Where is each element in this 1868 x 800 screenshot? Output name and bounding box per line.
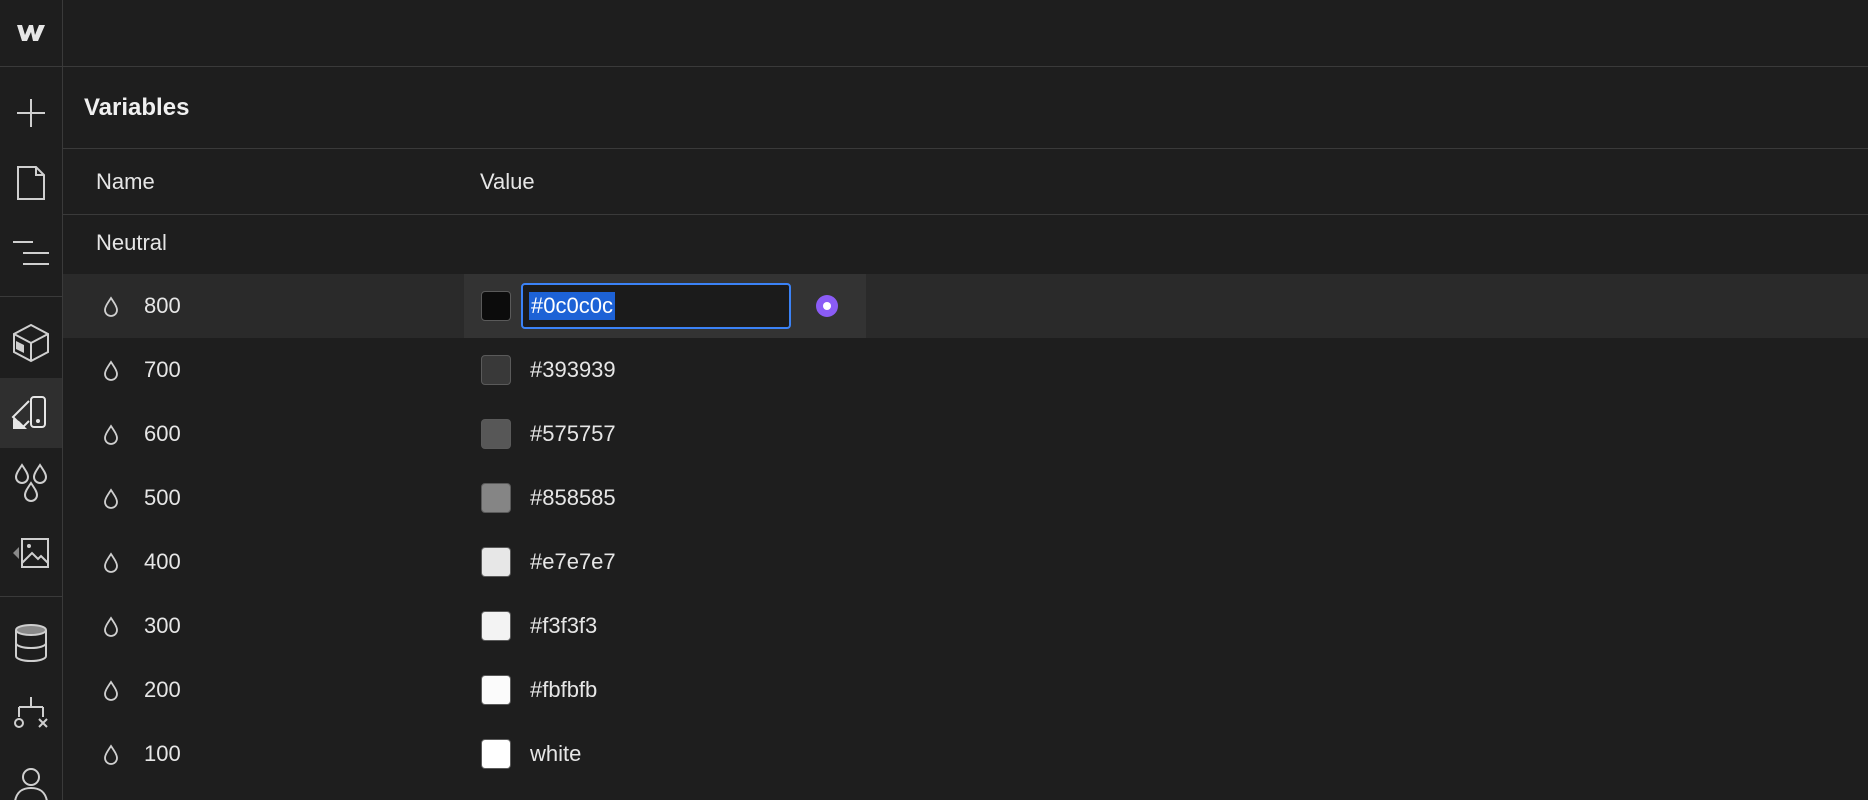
- color-variable-icon: [104, 680, 118, 701]
- color-value[interactable]: #575757: [530, 421, 616, 447]
- variable-binding-icon[interactable]: [816, 295, 838, 317]
- color-value-input[interactable]: #0c0c0c: [521, 283, 791, 329]
- variable-name[interactable]: 200: [144, 677, 181, 703]
- variable-name[interactable]: 300: [144, 613, 181, 639]
- pages-icon[interactable]: [0, 148, 62, 218]
- color-value[interactable]: #fbfbfb: [530, 677, 597, 703]
- webflow-logo-icon[interactable]: [0, 0, 62, 67]
- style-selectors-icon[interactable]: [0, 378, 62, 448]
- variable-row[interactable]: 600 #575757: [63, 402, 1868, 466]
- color-variable-icon: [104, 424, 118, 445]
- color-swatch[interactable]: [481, 419, 511, 449]
- variable-name[interactable]: 400: [144, 549, 181, 575]
- components-icon[interactable]: [0, 308, 62, 378]
- variable-value-cell: #0c0c0c: [464, 274, 866, 338]
- variable-value-cell: #858585: [464, 466, 866, 530]
- variable-name[interactable]: 500: [144, 485, 181, 511]
- variable-name[interactable]: 800: [144, 293, 181, 319]
- color-value[interactable]: #858585: [530, 485, 616, 511]
- variable-row[interactable]: 400 #e7e7e7: [63, 530, 1868, 594]
- color-variable-icon: [104, 552, 118, 573]
- panel-title: Variables: [63, 67, 1868, 149]
- variable-value-cell: white: [464, 722, 866, 786]
- color-value[interactable]: white: [530, 741, 581, 767]
- variable-name[interactable]: 600: [144, 421, 181, 447]
- color-swatch[interactable]: [481, 291, 511, 321]
- column-header-value: Value: [480, 169, 535, 194]
- color-value[interactable]: #393939: [530, 357, 616, 383]
- add-icon[interactable]: [0, 78, 62, 148]
- variable-name[interactable]: 100: [144, 741, 181, 767]
- color-swatch[interactable]: [481, 611, 511, 641]
- color-swatch[interactable]: [481, 355, 511, 385]
- variable-value-cell: #f3f3f3: [464, 594, 866, 658]
- variable-row[interactable]: 500 #858585: [63, 466, 1868, 530]
- color-value[interactable]: #f3f3f3: [530, 613, 597, 639]
- column-header-name: Name: [96, 169, 155, 194]
- assets-icon[interactable]: [0, 518, 62, 588]
- cms-icon[interactable]: [0, 608, 62, 678]
- logic-icon[interactable]: [0, 678, 62, 748]
- variables-icon[interactable]: [0, 448, 62, 518]
- color-swatch[interactable]: [481, 675, 511, 705]
- color-variable-icon: [104, 616, 118, 637]
- variable-value-cell: #e7e7e7: [464, 530, 866, 594]
- color-swatch[interactable]: [481, 739, 511, 769]
- variable-row[interactable]: 200 #fbfbfb: [63, 658, 1868, 722]
- left-toolbar: [0, 0, 63, 800]
- variable-row[interactable]: 100 white: [63, 722, 1868, 786]
- app-window: Variables Name Value Neutral 800 #0c0c0c: [0, 0, 1868, 800]
- variable-value-cell: #393939: [464, 338, 866, 402]
- navigator-icon[interactable]: [0, 218, 62, 288]
- color-variable-icon: [104, 360, 118, 381]
- variable-row[interactable]: 300 #f3f3f3: [63, 594, 1868, 658]
- group-label: Neutral: [96, 230, 167, 255]
- variable-value-cell: #fbfbfb: [464, 658, 866, 722]
- variables-panel: Variables Name Value Neutral 800 #0c0c0c: [63, 67, 1868, 800]
- column-headers: Name Value: [63, 149, 1868, 215]
- color-value[interactable]: #e7e7e7: [530, 549, 616, 575]
- variable-row[interactable]: 700 #393939: [63, 338, 1868, 402]
- color-variable-icon: [104, 296, 118, 317]
- variable-row[interactable]: 800 #0c0c0c: [63, 274, 1868, 338]
- color-swatch[interactable]: [481, 547, 511, 577]
- color-variable-icon: [104, 744, 118, 765]
- variable-value-cell: #575757: [464, 402, 866, 466]
- top-bar: [63, 0, 1868, 67]
- variable-name[interactable]: 700: [144, 357, 181, 383]
- users-icon[interactable]: [0, 748, 62, 800]
- color-swatch[interactable]: [481, 483, 511, 513]
- selected-text: #0c0c0c: [529, 292, 615, 320]
- color-variable-icon: [104, 488, 118, 509]
- variable-group-header[interactable]: Neutral: [63, 215, 1868, 274]
